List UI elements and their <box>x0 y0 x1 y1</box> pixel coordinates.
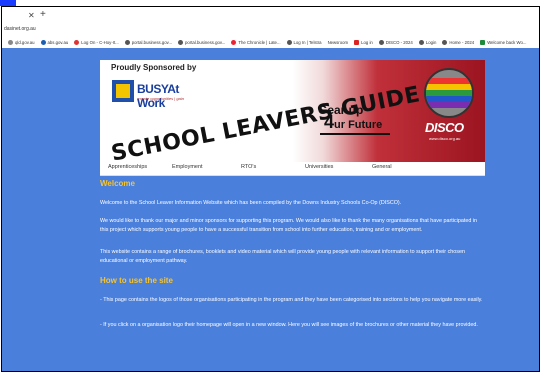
welcome-paragraph-3: This website contains a range of brochur… <box>100 249 465 264</box>
how-to-paragraph-2: - If you click on a organisation logo th… <box>100 322 478 328</box>
bookmark-icon <box>286 39 292 45</box>
bookmark-item[interactable]: portal.business.gov... <box>178 39 225 45</box>
bookmark-item[interactable]: Log in <box>354 39 373 45</box>
welcome-paragraph-2: We would like to thank our major and min… <box>100 218 478 233</box>
web-page: Proudly Sponsored by BUSYAt Work create … <box>2 48 539 371</box>
bookmark-icon <box>418 39 424 45</box>
bookmark-icon <box>124 39 130 45</box>
bookmark-icon <box>8 39 13 45</box>
bookmark-item[interactable]: Login <box>418 39 436 45</box>
nav-general[interactable]: General <box>372 164 392 170</box>
bookmark-icon <box>354 39 360 45</box>
bookmark-item[interactable]: Home - 2024 <box>442 39 474 45</box>
bookmark-item[interactable]: Log On - C-Hoy-It... <box>74 39 119 45</box>
bookmark-item[interactable]: Welcome back Wo... <box>480 39 526 45</box>
bookmark-item[interactable]: DISCO - 2024 <box>378 39 413 45</box>
tab-bar: ✕ + <box>2 7 539 26</box>
bookmark-item[interactable]: Newsroom <box>328 40 349 45</box>
title-underline <box>320 133 390 135</box>
bookmark-icon <box>40 39 46 45</box>
welcome-heading: Welcome <box>100 179 135 188</box>
disco-emblem-icon <box>424 68 474 118</box>
bookmark-icon <box>231 39 237 45</box>
gear-number: 4 <box>324 112 335 132</box>
bookmark-item[interactable]: The Chronicle | Late... <box>231 39 281 45</box>
bookmark-item[interactable]: Log In | Telstra <box>286 39 322 45</box>
bookmark-item[interactable]: portal.business.gov... <box>124 39 172 45</box>
new-tab-icon[interactable]: + <box>40 9 46 20</box>
how-to-paragraph-1: - This page contains the logos of those … <box>100 297 483 303</box>
your-future-text: 4ur Future <box>324 113 383 131</box>
bookmark-icon <box>442 39 448 45</box>
main-nav: Apprenticeships Employment RTO's Univers… <box>100 162 485 176</box>
browser-window: ✕ + dasinet.org.au qld.gov.au abs.gov.au… <box>1 6 540 372</box>
nav-employment[interactable]: Employment <box>172 164 203 170</box>
disco-url: www.disco.org.au <box>429 136 461 141</box>
bookmark-icon <box>378 39 384 45</box>
welcome-paragraph-1: Welcome to the School Leaver Information… <box>100 200 402 206</box>
url-text: dasinet.org.au <box>4 26 36 32</box>
bookmark-item[interactable]: abs.gov.au <box>40 39 68 45</box>
nav-universities[interactable]: Universities <box>305 164 333 170</box>
sponsor-banner: Proudly Sponsored by BUSYAt Work create … <box>100 60 485 162</box>
disco-logo-text: DISCO <box>425 120 464 135</box>
close-tab-icon[interactable]: ✕ <box>28 11 35 20</box>
nav-rtos[interactable]: RTO's <box>241 164 256 170</box>
bookmark-item[interactable]: qld.gov.au <box>8 39 35 45</box>
bookmark-icon <box>74 39 80 45</box>
bookmark-icon <box>480 39 486 45</box>
nav-apprenticeships[interactable]: Apprenticeships <box>108 164 147 170</box>
guide-title-graphic: SCHOOL LEAVERS GUIDE <box>109 82 422 162</box>
address-bar[interactable]: dasinet.org.au <box>2 25 539 36</box>
bookmark-icon <box>178 39 184 45</box>
how-to-use-heading: How to use the site <box>100 276 173 285</box>
gear-future: ur Future <box>334 119 383 131</box>
